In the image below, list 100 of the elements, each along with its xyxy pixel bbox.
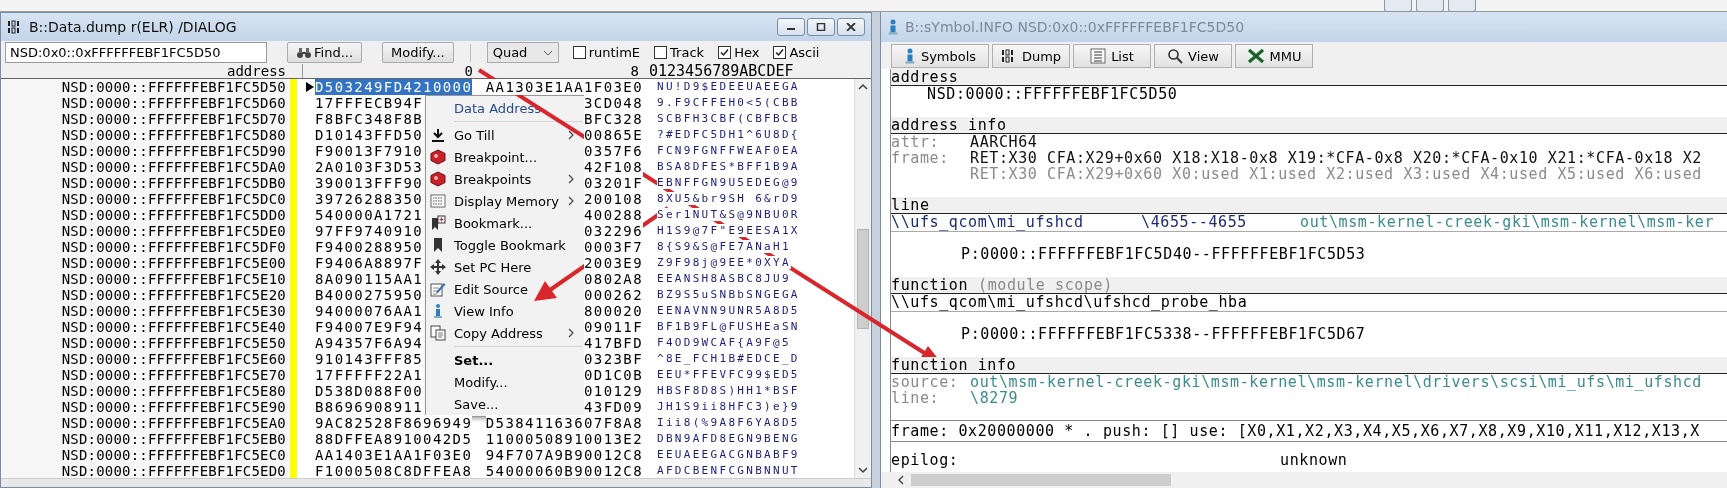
menu-item[interactable]: Breakpoints [428,168,582,190]
hex-cell[interactable]: AA1403E1AA1F03E0 [315,447,473,463]
menu-item[interactable]: Bookmark... [428,212,582,234]
cube-icon [430,171,446,187]
ascii-cell: AFDCBENFCGNBNNUT [657,464,800,477]
hex-cell[interactable]: F9400288950 [315,239,424,255]
field-label: line: [891,389,940,407]
hex-cell[interactable]: D503249FD4210000 [315,79,473,95]
find-button[interactable]: Find... [287,42,363,63]
hex-cell[interactable]: 2003E9 [584,255,643,271]
hex-cell[interactable]: AA1303E1AA1F03E0 [485,79,643,95]
hex-cell[interactable]: 910143FFF85 [315,351,424,367]
hex-cell[interactable]: B8696908911 [315,399,424,415]
hex-cell[interactable]: 390013FFF90 [315,175,424,191]
hex-cell[interactable]: 11000508910013E2 [485,431,643,447]
hex-cell[interactable]: 032296 [584,223,643,239]
scrollbar[interactable] [1,478,871,487]
hex-cell[interactable]: A94357F6A94 [315,335,424,351]
scroll-thumb[interactable] [911,474,1171,486]
scroll-thumb[interactable] [857,228,869,329]
hex-cell[interactable]: 0802A8 [584,271,643,287]
hex-cell[interactable]: 9AC82528F8696949 [315,415,473,431]
hex-cell[interactable]: 03201F [584,175,643,191]
hex-cell[interactable]: F94007E9F94 [315,319,424,335]
maximize-button[interactable] [807,18,835,36]
tab-button[interactable]: Dump [992,44,1070,68]
cube-icon [430,149,446,165]
tab-button[interactable]: View [1154,44,1232,68]
tab-button[interactable]: Symbols [891,44,989,68]
checkbox[interactable]: Ascii [773,45,820,60]
hex-cell[interactable]: F90013F7910 [315,143,424,159]
hex-cell[interactable]: 09011F [584,319,643,335]
menu-item[interactable]: Set PC Here [428,256,582,278]
checkbox[interactable]: Track [654,45,705,60]
hex-cell[interactable]: 400288 [584,207,643,223]
module-path[interactable]: \\ufs_qcom\mi_ufshcd [891,213,1084,231]
tools-icon [1246,48,1265,64]
hex-cell[interactable]: 43FD09 [584,399,643,415]
menu-item[interactable]: Save... [428,393,582,415]
menu-item[interactable]: Toggle Bookmark [428,234,582,256]
hex-cell[interactable]: 417BFD [584,335,643,351]
hex-cell[interactable]: 54000060B90012C8 [485,463,643,478]
section-heading: address [891,69,959,85]
menu-item[interactable]: Edit Source [428,278,582,300]
modify-button[interactable]: Modify... [382,42,454,63]
minimize-button[interactable] [777,18,805,36]
hex-cell[interactable]: 94000076AA1 [315,303,424,319]
hex-cell[interactable]: 540000A1721 [315,207,424,223]
menu-item[interactable]: Copy Address [428,322,582,344]
hex-cell[interactable]: 97FF9740910 [315,223,424,239]
hex-cell[interactable]: BFC328 [584,111,643,127]
menu-item[interactable]: Breakpoint... [428,146,582,168]
hex-cell[interactable]: 0323BF [584,351,643,367]
address-cell: NSD:0000::FFFFFFEBF1FC5D90 [1,143,290,159]
ascii-cell: JH1S9ii8HFC3)e}9 [657,400,800,413]
address-field[interactable]: NSD:0x0::0xFFFFFFEBF1FC5D50 [5,42,267,63]
menu-item[interactable]: Go Till [428,124,582,146]
hex-cell[interactable]: 42F108 [584,159,643,175]
hex-cell[interactable]: 2A0103F3D53 [315,159,424,175]
menu-item[interactable]: Display Memory [428,190,582,212]
hex-cell[interactable]: 000262 [584,287,643,303]
hex-cell[interactable]: 0357F6 [584,143,643,159]
menu-item[interactable]: View Info [428,300,582,322]
hex-cell[interactable]: 17FFFECB94F [315,95,424,111]
hex-cell[interactable]: 8A090115AA1 [315,271,424,287]
hex-cell[interactable]: 0003F7 [584,239,643,255]
field-label: attr: [891,133,940,151]
hex-cell[interactable]: D10143FFD50 [315,127,424,143]
hex-cell[interactable]: 3CD048 [584,95,643,111]
address-cell: NSD:0000::FFFFFFEBF1FC5DE0 [1,223,290,239]
hex-cell[interactable]: 39726288350 [315,191,424,207]
ascii-cell: Iii8(%9A8F6YA8D5 [657,416,800,429]
hex-cell[interactable]: 010129 [584,383,643,399]
tab-button[interactable]: List [1073,44,1151,68]
hex-cell[interactable]: 200108 [584,191,643,207]
checkbox[interactable]: runtimE [572,45,641,60]
hex-cell[interactable]: 800020 [584,303,643,319]
hex-cell[interactable]: 0D1C0B [584,367,643,383]
hex-cell[interactable]: D53841163607F8A8 [485,415,643,431]
tab-button[interactable]: MMU [1235,44,1313,68]
info-icon [887,19,899,35]
scrollbar[interactable] [854,79,871,478]
scrollbar[interactable] [881,472,1727,488]
checkbox[interactable]: Hex [718,45,760,60]
hex-cell[interactable]: 17FFFFF22A1 [315,367,424,383]
hex-cell[interactable]: 88DFFEA8910042D5 [315,431,473,447]
hex-cell[interactable]: F9406A8897F [315,255,424,271]
hex-cell[interactable]: 94F707A9B90012C8 [485,447,643,463]
menu-item[interactable]: Modify... [428,371,582,393]
menu-item[interactable]: Set... [428,349,582,371]
hex-cell[interactable]: 00865E [584,127,643,143]
hex-cell[interactable]: B4000275950 [315,287,424,303]
hex-cell[interactable]: D538D088F00 [315,383,424,399]
hex-cell[interactable]: F1000508C8DFFEA8 [315,463,473,478]
close-button[interactable] [837,18,865,36]
hex-cell[interactable]: F8BFC348F8B [315,111,424,127]
width-select[interactable]: Quad [486,42,559,63]
ascii-cell: 8{S9&S@FE7ANaH1 [657,240,791,253]
move-icon [430,259,446,275]
address-cell: NSD:0000::FFFFFFEBF1FC5E20 [1,287,290,303]
